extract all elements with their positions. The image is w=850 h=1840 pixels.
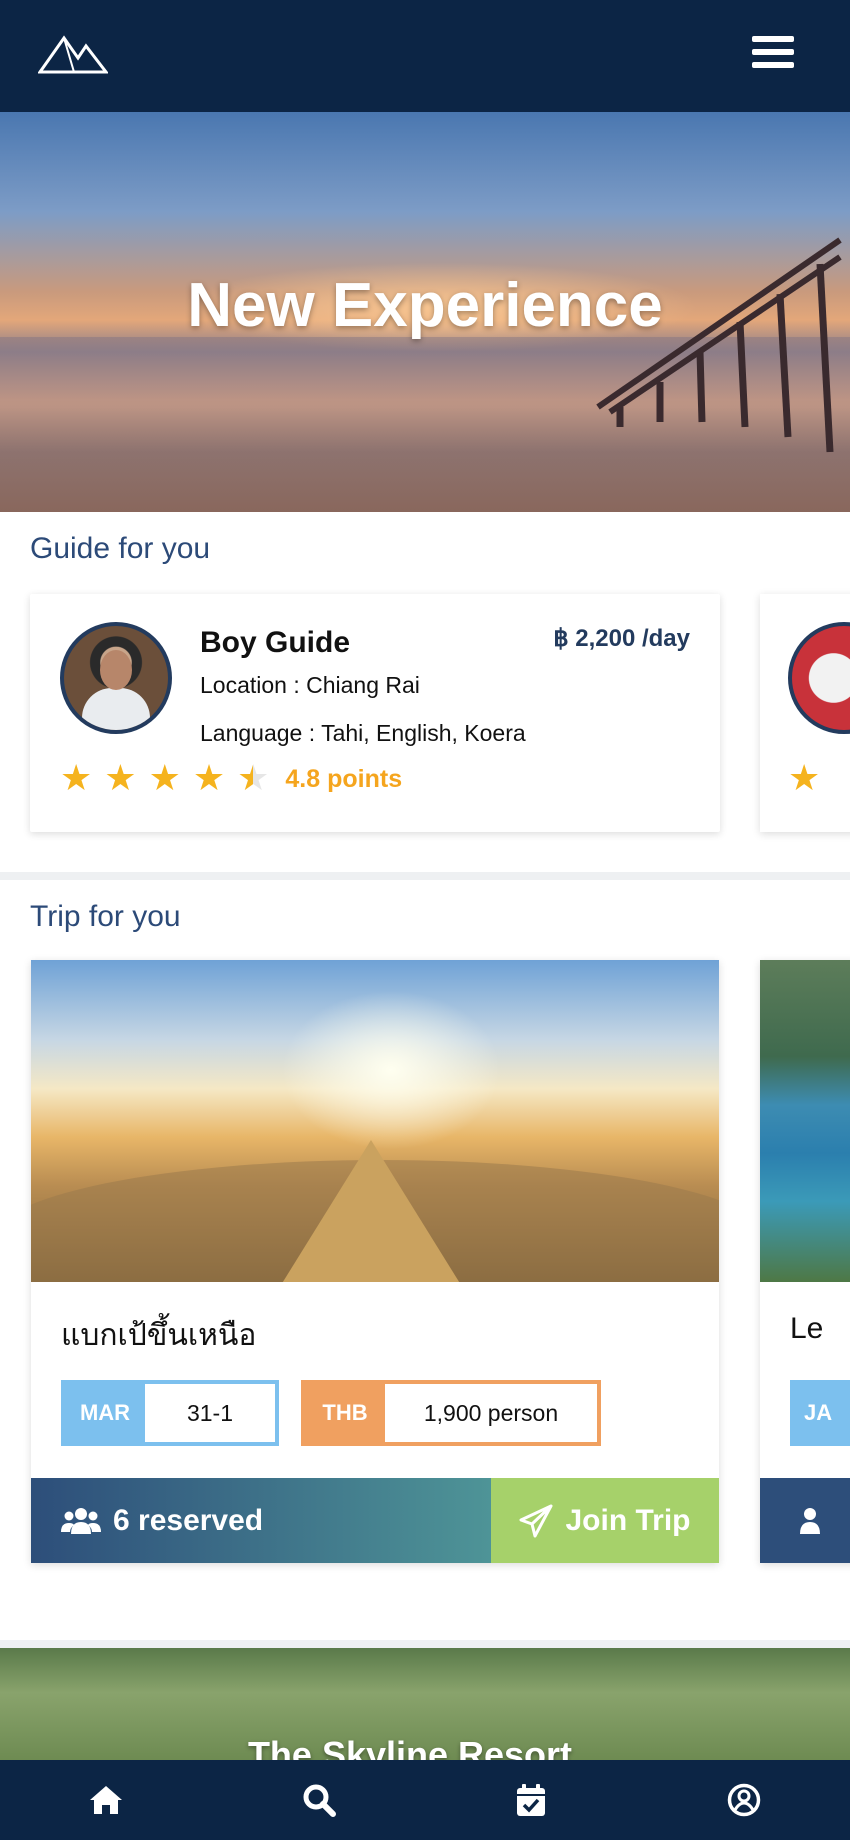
trip-dates: 31-1 [186,1399,234,1426]
trip-title: แบกเป้ขึ้นเหนือ [61,1318,257,1353]
guide-rating: ★ ★ ★ ★ ★ 4.8 points [60,759,402,799]
trip-month: MAR [65,1384,145,1442]
trip-image [31,960,719,1282]
trip-footer [760,1478,850,1563]
trip-price-value: 1,900 person [423,1399,559,1426]
trip-title: Le [790,1312,824,1345]
guide-points: 4.8 points [285,764,403,793]
nav-home[interactable] [0,1760,213,1840]
paper-plane-icon [519,1504,553,1537]
star-icon: ★ [104,758,137,799]
trip-price: THB 1,900 person [301,1380,601,1446]
guide-section-title: Guide for you [30,532,211,565]
section-divider [0,872,850,880]
trip-section-title: Trip for you [30,900,181,933]
top-app-bar [0,0,850,112]
nav-profile[interactable] [638,1760,850,1840]
home-icon [90,1786,123,1814]
guide-language: Language : Tahi, English, Koera [200,720,526,746]
hero-banner: New Experience [0,112,850,512]
users-icon [800,1508,820,1534]
mountain-logo-icon[interactable] [38,32,108,76]
resort-banner[interactable]: The Skyline Resort [0,1648,850,1760]
guide-name: Boy Guide [200,626,351,659]
guide-avatar [788,622,850,734]
hero-title: New Experience [187,271,663,340]
resort-title: The Skyline Resort [247,1734,573,1760]
guide-location: Location : Chiang Rai [200,672,420,698]
section-divider [0,1640,850,1648]
star-icon: ★ [148,758,181,799]
nav-calendar[interactable] [425,1760,638,1840]
calendar-check-icon [517,1784,546,1816]
guide-card-next[interactable]: ★ [760,594,850,832]
trip-card[interactable]: แบกเป้ขึ้นเหนือ MAR 31-1 THB 1,900 perso… [31,960,719,1563]
trip-footer: 6 reserved Join Trip [31,1478,719,1563]
trip-date: MAR 31-1 [61,1380,279,1446]
star-icon: ★ [192,758,226,799]
hamburger-menu-icon[interactable] [752,36,794,72]
guide-price: ฿ 2,200 /day [553,625,690,652]
reserved-count: 6 reserved [31,1478,491,1563]
user-circle-icon [727,1783,760,1817]
guide-card[interactable]: Boy Guide ฿ 2,200 /day Location : Chiang… [30,594,720,832]
pier-silhouette [596,237,842,453]
guide-avatar [60,622,172,734]
trip-card-next[interactable]: Le JA [760,960,850,1563]
star-icon: ★ [60,758,93,799]
bottom-navigation [0,1760,850,1840]
trip-month: JA [790,1380,850,1446]
search-icon [303,1784,336,1817]
join-trip-label: Join Trip [565,1503,691,1537]
trip-currency: THB [305,1384,385,1442]
reserved-label: 6 reserved [113,1503,264,1537]
users-icon [61,1507,101,1534]
join-trip-button[interactable]: Join Trip [491,1478,719,1563]
star-icon: ★ [788,758,821,799]
nav-search[interactable] [213,1760,426,1840]
half-star-icon: ★ [237,758,270,799]
trip-image [760,960,850,1282]
